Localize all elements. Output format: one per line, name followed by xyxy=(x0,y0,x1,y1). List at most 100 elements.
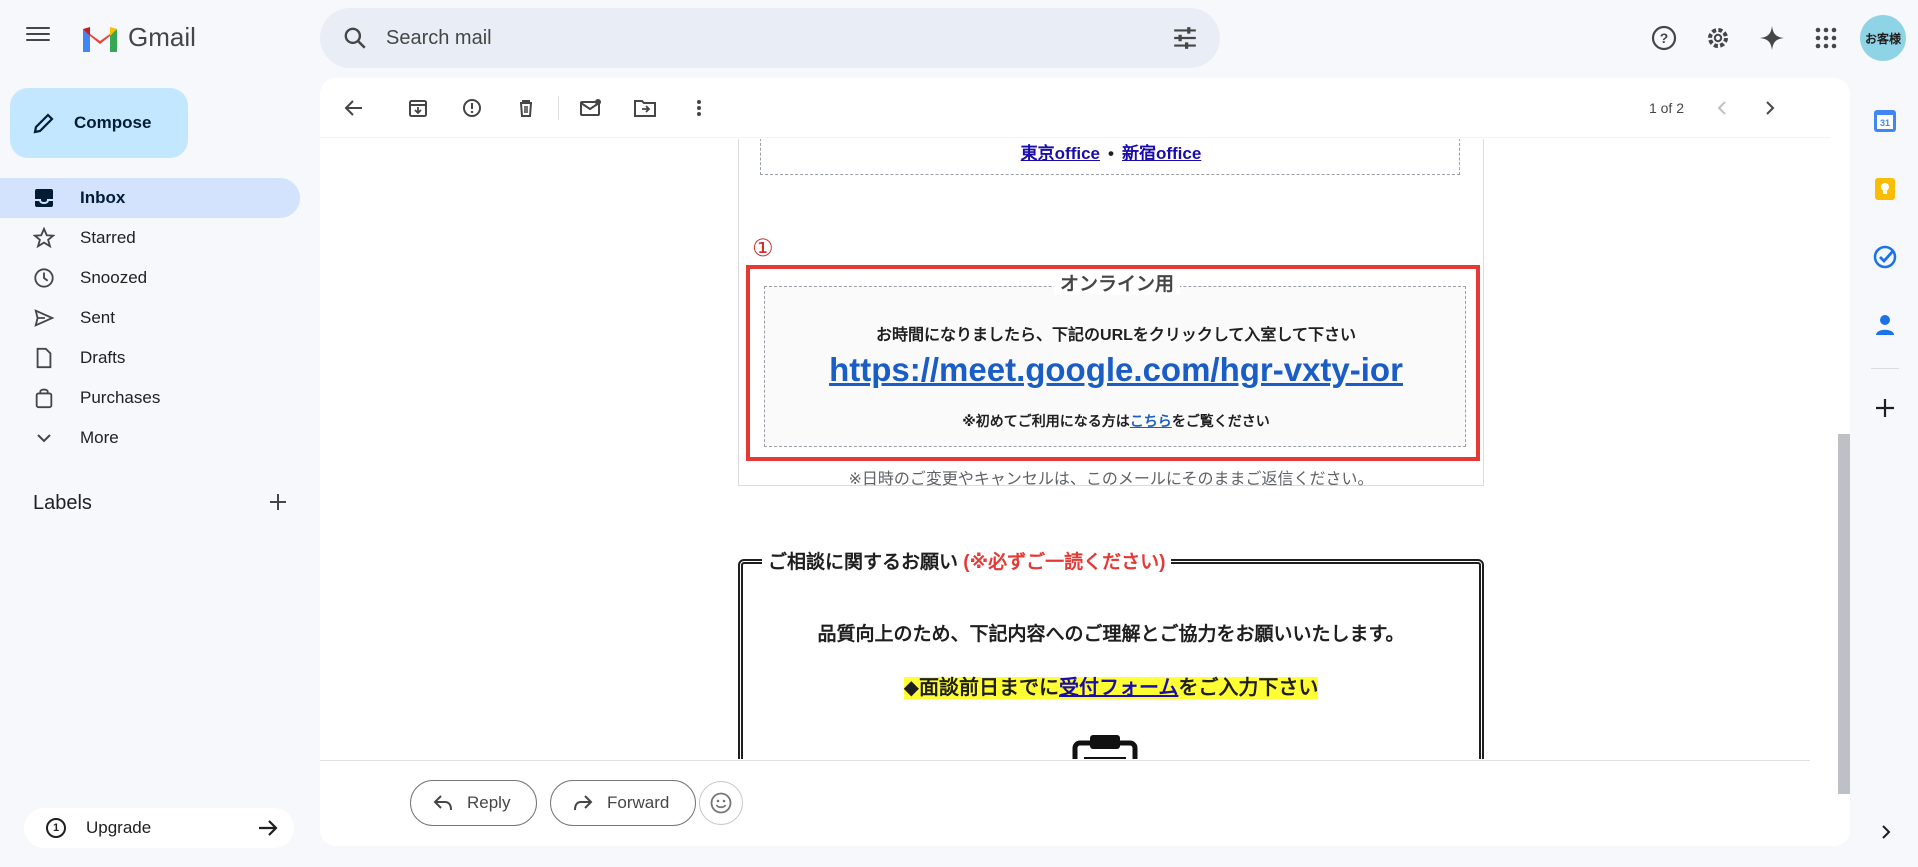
settings-gear-icon[interactable] xyxy=(1694,14,1742,62)
chevron-down-icon xyxy=(32,426,56,450)
top-bar: Gmail ? お客様 xyxy=(0,0,1918,76)
sidebar-item-label: Drafts xyxy=(80,348,126,367)
first-time-link[interactable]: こちら xyxy=(1130,413,1172,429)
report-spam-icon[interactable] xyxy=(452,88,492,128)
apps-grid-icon[interactable] xyxy=(1802,14,1850,62)
account-avatar[interactable]: お客様 xyxy=(1860,15,1906,61)
gemini-sparkle-icon[interactable] xyxy=(1748,14,1796,62)
arrow-right-icon xyxy=(259,820,278,836)
gmail-logo[interactable]: Gmail xyxy=(80,22,196,53)
svg-text:31: 31 xyxy=(1880,118,1890,128)
intake-form-prefix: ◆面談前日までに xyxy=(903,677,1059,699)
step-marker: ① xyxy=(752,234,774,262)
get-addons-plus-icon[interactable] xyxy=(1860,383,1910,433)
tasks-icon[interactable] xyxy=(1860,232,1910,282)
sidebar-item-snoozed[interactable]: Snoozed xyxy=(0,258,300,298)
expand-side-panel-chevron-icon[interactable] xyxy=(1872,818,1900,846)
mark-unread-icon[interactable] xyxy=(571,88,611,128)
change-cancel-note: ※日時のご変更やキャンセルは、このメールにそのままご返信ください。 xyxy=(848,471,1374,488)
intake-form-highlight: ◆面談前日までに受付フォームをご入力下さい xyxy=(903,677,1319,699)
send-icon xyxy=(32,306,56,330)
forward-arrow-icon xyxy=(574,795,593,811)
back-arrow-icon[interactable] xyxy=(334,88,374,128)
main-menu-icon[interactable] xyxy=(26,24,50,44)
upgrade-badge-icon: 1 xyxy=(46,818,66,838)
sidebar-item-more[interactable]: More xyxy=(0,418,300,458)
side-panel-divider xyxy=(1871,368,1899,369)
svg-text:?: ? xyxy=(1660,30,1669,46)
office-separator: • xyxy=(1108,144,1114,163)
sidebar-item-label: Purchases xyxy=(80,388,161,407)
move-to-folder-icon[interactable] xyxy=(625,88,665,128)
archive-icon[interactable] xyxy=(398,88,438,128)
more-options-icon[interactable] xyxy=(679,88,719,128)
intake-form-suffix: をご入力下さい xyxy=(1178,677,1319,699)
delete-trash-icon[interactable] xyxy=(506,88,546,128)
sidebar-item-label: Starred xyxy=(80,228,136,247)
older-chevron-right-icon[interactable] xyxy=(1750,88,1790,128)
search-input[interactable] xyxy=(386,26,1146,50)
online-title-text: オンライン用 xyxy=(1053,274,1180,295)
upgrade-label: Upgrade xyxy=(86,818,152,837)
sidebar-item-purchases[interactable]: Purchases xyxy=(0,378,300,418)
sidebar-item-label: Inbox xyxy=(80,188,126,207)
smiley-icon xyxy=(710,792,732,814)
forward-label: Forward xyxy=(607,793,670,812)
search-options-icon[interactable] xyxy=(1172,26,1198,50)
keep-icon[interactable] xyxy=(1860,164,1910,214)
consult-title-warning: (※必ずご一読ください) xyxy=(963,552,1166,573)
draft-icon xyxy=(32,346,56,370)
reply-button[interactable]: Reply xyxy=(410,780,538,826)
clock-icon xyxy=(32,266,56,290)
emoji-reaction-button[interactable] xyxy=(699,781,743,825)
sidebar-item-label: More xyxy=(80,428,119,447)
newer-chevron-left-icon[interactable] xyxy=(1702,88,1742,128)
contacts-icon[interactable] xyxy=(1860,300,1910,350)
message-body: 東京office • 新宿office ① お時間になりましたら、下記のURLをクリ… xyxy=(320,139,1830,759)
sidebar-item-label: Sent xyxy=(80,308,115,327)
clipboard-icon xyxy=(1072,735,1138,759)
gmail-m-icon xyxy=(83,26,117,52)
online-section: お時間になりましたら、下記のURLをクリックして入室して下さい https://… xyxy=(764,286,1466,447)
sidebar-item-sent[interactable]: Sent xyxy=(0,298,300,338)
first-time-suffix: をご覧ください xyxy=(1171,413,1270,429)
support-icon[interactable]: ? xyxy=(1640,14,1688,62)
sidebar-item-drafts[interactable]: Drafts xyxy=(0,338,300,378)
pagination-count: 1 of 2 xyxy=(1648,100,1684,116)
reply-arrow-icon xyxy=(433,795,452,811)
consult-section xyxy=(738,559,1484,759)
app-name: Gmail xyxy=(128,22,196,52)
compose-label: Compose xyxy=(74,113,152,132)
sidebar-item-starred[interactable]: Starred xyxy=(0,218,300,258)
consult-title-text: ご相談に関するお願い xyxy=(768,552,959,573)
message-view: 1 of 2 東京office • 新宿office ① お時間になりましたら、下記… xyxy=(320,78,1850,846)
first-time-note: ※初めてご利用になる方はこちらをご覧ください xyxy=(765,411,1467,431)
calendar-icon[interactable]: 31 xyxy=(1860,96,1910,146)
star-icon xyxy=(32,226,56,250)
pagination: 1 of 2 xyxy=(1649,78,1790,138)
online-instruction: お時間になりましたら、下記のURLをクリックして入室して下さい xyxy=(876,327,1356,344)
consult-request-text: 品質向上のため、下記内容へのご理解とご協力をお願いいたします。 xyxy=(817,624,1405,645)
forward-button[interactable]: Forward xyxy=(550,780,697,826)
upgrade-button[interactable]: 1 Upgrade xyxy=(24,808,294,848)
compose-button[interactable]: Compose xyxy=(10,88,188,158)
meet-link[interactable]: https://meet.google.com/hgr-vxty-ior xyxy=(829,351,1403,388)
sidebar-nav: Inbox Starred Snoozed Sent Drafts Purcha… xyxy=(0,178,300,458)
office-links: 東京office • 新宿office xyxy=(761,139,1461,164)
first-time-prefix: ※初めてご利用になる方は xyxy=(962,413,1130,429)
tokyo-office-link[interactable]: 東京office xyxy=(1021,144,1100,163)
intake-form-instruction: ◆面談前日までに受付フォームをご入力下さい xyxy=(738,671,1484,700)
reply-label: Reply xyxy=(467,793,511,812)
create-label-plus-icon[interactable] xyxy=(266,490,290,514)
intake-form-link[interactable]: 受付フォーム xyxy=(1059,677,1178,699)
consult-title: ご相談に関するお願い (※必ずご一読ください) xyxy=(762,547,1172,574)
message-toolbar: 1 of 2 xyxy=(320,78,1830,138)
online-section-title: オンライン用 xyxy=(750,269,1484,296)
inbox-icon xyxy=(32,186,56,210)
search-icon[interactable] xyxy=(342,25,368,51)
message-scrollbar[interactable] xyxy=(1838,434,1850,794)
pencil-icon xyxy=(33,113,54,134)
sidebar-item-inbox[interactable]: Inbox xyxy=(0,178,300,218)
sidebar-item-label: Snoozed xyxy=(80,268,148,287)
shinjuku-office-link[interactable]: 新宿office xyxy=(1122,144,1201,163)
